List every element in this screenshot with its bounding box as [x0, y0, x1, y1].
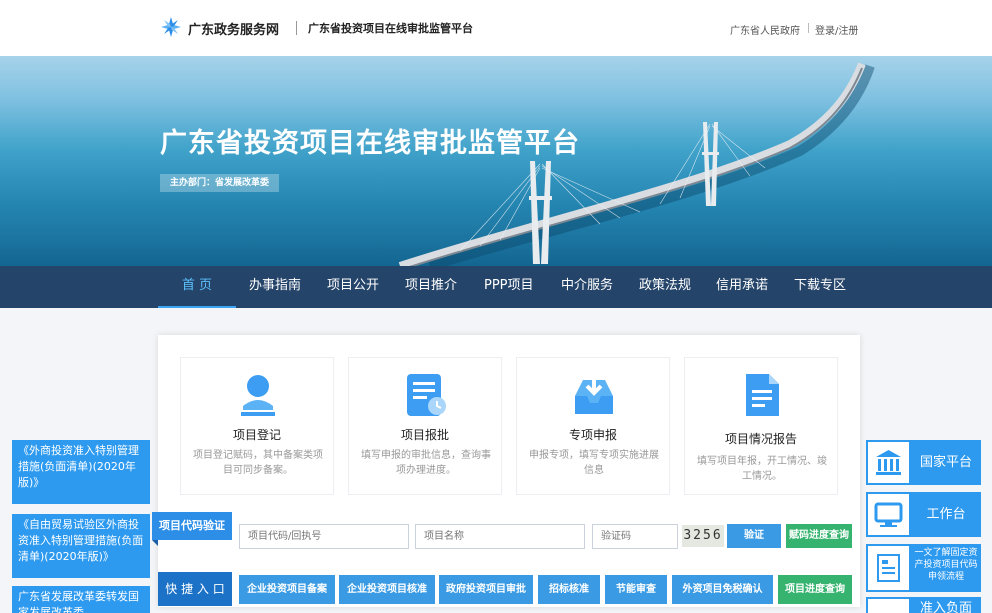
quick-progress-button[interactable]: 项目进度查询 — [778, 575, 852, 604]
sponsor-badge: 主办部门：省发展改革委 — [160, 174, 280, 192]
quick-approval-button[interactable]: 企业投资项目核准 — [339, 575, 435, 604]
service-title: 项目情况报告 — [724, 432, 797, 446]
nav-download[interactable]: 下载专区 — [794, 266, 846, 308]
guangdong-logo-icon[interactable] — [160, 16, 182, 38]
service-panel: 项目登记 项目登记赋码，其中备案类项目可同步备案。 项目报批 填写申报的审批信息… — [158, 335, 860, 607]
list-icon — [866, 597, 911, 613]
project-name-input[interactable] — [415, 524, 585, 549]
quick-gov-approval-button[interactable]: 政府投资项目审批 — [439, 575, 533, 604]
notice-forward[interactable]: 广东省发展改革委转发国家发展改革委 — [12, 586, 150, 613]
notice-negative-list[interactable]: 《外商投资准入特别管理措施(负面清单)(2020年版)》 — [12, 440, 150, 504]
top-bar: 广东政务服务网 广东省投资项目在线审批监管平台 广东省人民政府 登录/注册 — [0, 0, 992, 56]
side-label: 一文了解固定资产投资项目代码申领流程 — [914, 548, 978, 582]
banner-title: 广东省投资项目在线审批监管平台 — [160, 128, 580, 159]
side-label: 准入负面 — [919, 601, 972, 613]
side-code-guide[interactable]: 一文了解固定资产投资项目代码申领流程 — [866, 544, 981, 592]
notice-ftz-list[interactable]: 《自由贸易试验区外商投资准入特别管理措施(负面清单)(2020年版)》 — [12, 514, 150, 578]
government-building-icon — [866, 440, 911, 485]
service-card-report[interactable]: 项目情况报告 填写项目年报，开工情况、竣工情况。 — [684, 357, 838, 495]
nav-home[interactable]: 首 页 — [158, 266, 236, 308]
service-title: 项目报批 — [400, 428, 449, 442]
nav-promotion[interactable]: 项目推介 — [405, 266, 457, 308]
monitor-icon — [866, 492, 911, 537]
nav-agency[interactable]: 中介服务 — [561, 266, 613, 308]
captcha-image[interactable]: 3256 — [682, 525, 724, 547]
side-national-platform[interactable]: 国家平台 — [866, 440, 981, 485]
report-file-icon — [746, 374, 779, 416]
service-title: 项目登记 — [232, 428, 281, 442]
user-register-icon — [241, 375, 275, 416]
quick-bidding-button[interactable]: 招标核准 — [538, 575, 600, 604]
document-clock-icon — [407, 374, 446, 416]
service-desc: 申报专项，填写专项实施进展信息 — [529, 450, 659, 476]
gov-link[interactable]: 广东省人民政府 — [730, 22, 800, 37]
quick-entry-label: 快 捷 入 口 — [158, 572, 232, 606]
quick-energy-button[interactable]: 节能审查 — [605, 575, 667, 604]
inbox-download-icon — [575, 374, 613, 414]
nav-policy[interactable]: 政策法规 — [639, 266, 691, 308]
project-code-input[interactable] — [239, 524, 409, 549]
header-divider — [296, 21, 297, 35]
login-register-link[interactable]: 登录/注册 — [815, 22, 858, 37]
nav-credit[interactable]: 信用承诺 — [716, 266, 768, 308]
quick-tax-button[interactable]: 外资项目免税确认 — [672, 575, 773, 604]
service-card-register[interactable]: 项目登记 项目登记赋码，其中备案类项目可同步备案。 — [180, 357, 334, 495]
quick-filing-button[interactable]: 企业投资项目备案 — [239, 575, 335, 604]
service-desc: 填写项目年报，开工情况、竣工情况。 — [697, 456, 827, 482]
side-workbench[interactable]: 工作台 — [866, 492, 981, 537]
service-desc: 填写申报的审批信息，查询事项办理进度。 — [361, 450, 491, 476]
top-separator — [808, 23, 809, 33]
verify-button[interactable]: 验证 — [727, 524, 781, 548]
side-negative-list[interactable]: 准入负面 — [866, 597, 981, 613]
service-card-approval[interactable]: 项目报批 填写申报的审批信息，查询事项办理进度。 — [348, 357, 502, 495]
service-desc: 项目登记赋码，其中备案类项目可同步备案。 — [193, 450, 323, 476]
site-logo-text[interactable]: 广东政务服务网 — [188, 19, 279, 38]
nav-public[interactable]: 项目公开 — [327, 266, 379, 308]
nav-ppp[interactable]: PPP项目 — [484, 266, 534, 308]
service-title: 专项申报 — [568, 428, 617, 442]
code-verify-label: 项目代码验证 — [152, 512, 232, 546]
flowchart-icon — [866, 544, 911, 592]
bridge-illustration — [0, 62, 992, 266]
side-label: 工作台 — [926, 507, 966, 522]
hero-banner: 广东省投资项目在线审批监管平台 主办部门：省发展改革委 — [0, 56, 992, 266]
main-nav: 首 页 办事指南 项目公开 项目推介 PPP项目 中介服务 政策法规 信用承诺 … — [0, 266, 992, 308]
platform-subtitle: 广东省投资项目在线审批监管平台 — [308, 22, 473, 35]
nav-guide[interactable]: 办事指南 — [249, 266, 301, 308]
progress-query-button[interactable]: 赋码进度查询 — [786, 524, 852, 548]
side-label: 国家平台 — [919, 455, 972, 470]
service-card-special[interactable]: 专项申报 申报专项，填写专项实施进展信息 — [516, 357, 670, 495]
captcha-input[interactable] — [592, 524, 678, 549]
